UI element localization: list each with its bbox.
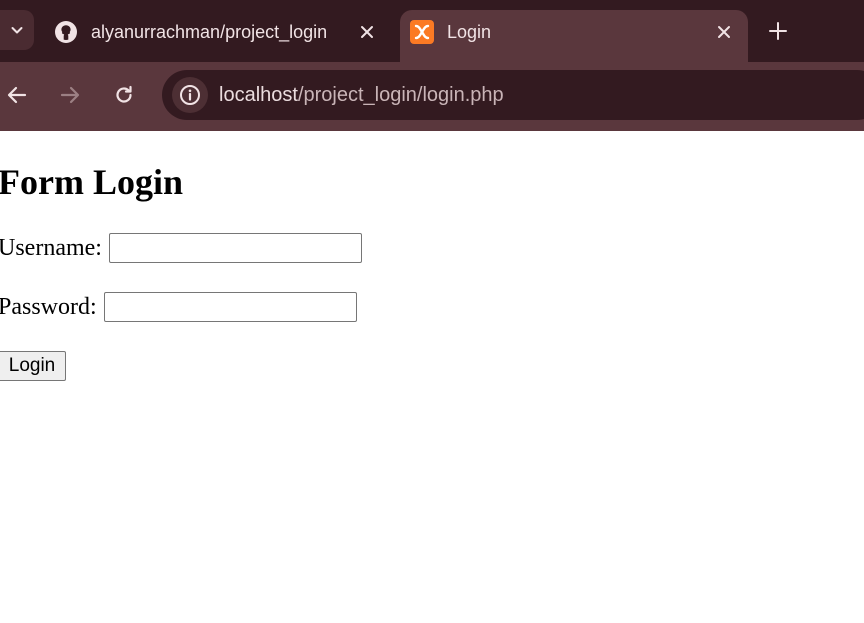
- url-host: localhost: [219, 84, 298, 106]
- url-text[interactable]: localhost/project_login/login.php: [219, 82, 504, 108]
- password-row: Password:: [0, 292, 357, 322]
- password-label: Password:: [0, 294, 97, 320]
- tab-login[interactable]: Login: [400, 10, 748, 62]
- xampp-icon: [410, 20, 434, 44]
- arrow-right-icon: [60, 86, 80, 104]
- tab-strip: alyanurrachman/project_login Login: [0, 0, 864, 62]
- tab-close-button[interactable]: [712, 20, 736, 44]
- login-button[interactable]: Login: [0, 351, 66, 381]
- username-row: Username:: [0, 233, 362, 263]
- address-bar[interactable]: localhost/project_login/login.php: [162, 70, 864, 120]
- toolbar: localhost/project_login/login.php: [0, 62, 864, 131]
- info-icon: [180, 85, 200, 105]
- tab-github[interactable]: alyanurrachman/project_login: [44, 10, 394, 62]
- tab-title: Login: [447, 22, 492, 42]
- username-label: Username:: [0, 235, 102, 261]
- password-input[interactable]: [103, 292, 357, 322]
- chevron-down-icon: [11, 27, 23, 34]
- reload-icon: [116, 85, 132, 103]
- url-path: /project_login/login.php: [297, 84, 504, 106]
- new-tab-button[interactable]: [764, 17, 792, 45]
- arrow-left-icon: [7, 86, 27, 104]
- tab-title: alyanurrachman/project_login: [91, 22, 328, 42]
- forward-button[interactable]: [55, 80, 85, 110]
- close-icon: [361, 26, 373, 38]
- close-icon: [718, 26, 730, 38]
- tab-search-button[interactable]: [0, 10, 34, 50]
- back-button[interactable]: [2, 80, 32, 110]
- page-title: Form Login: [0, 162, 183, 202]
- browser-chrome: alyanurrachman/project_login Login local…: [0, 0, 864, 131]
- tab-close-button[interactable]: [355, 20, 379, 44]
- plus-icon: [769, 22, 787, 40]
- username-input[interactable]: [108, 233, 362, 263]
- page-content: Form Login Username: Password: Login: [0, 131, 864, 623]
- github-icon: [55, 21, 77, 43]
- reload-button[interactable]: [109, 80, 139, 110]
- site-info-button[interactable]: [172, 77, 208, 113]
